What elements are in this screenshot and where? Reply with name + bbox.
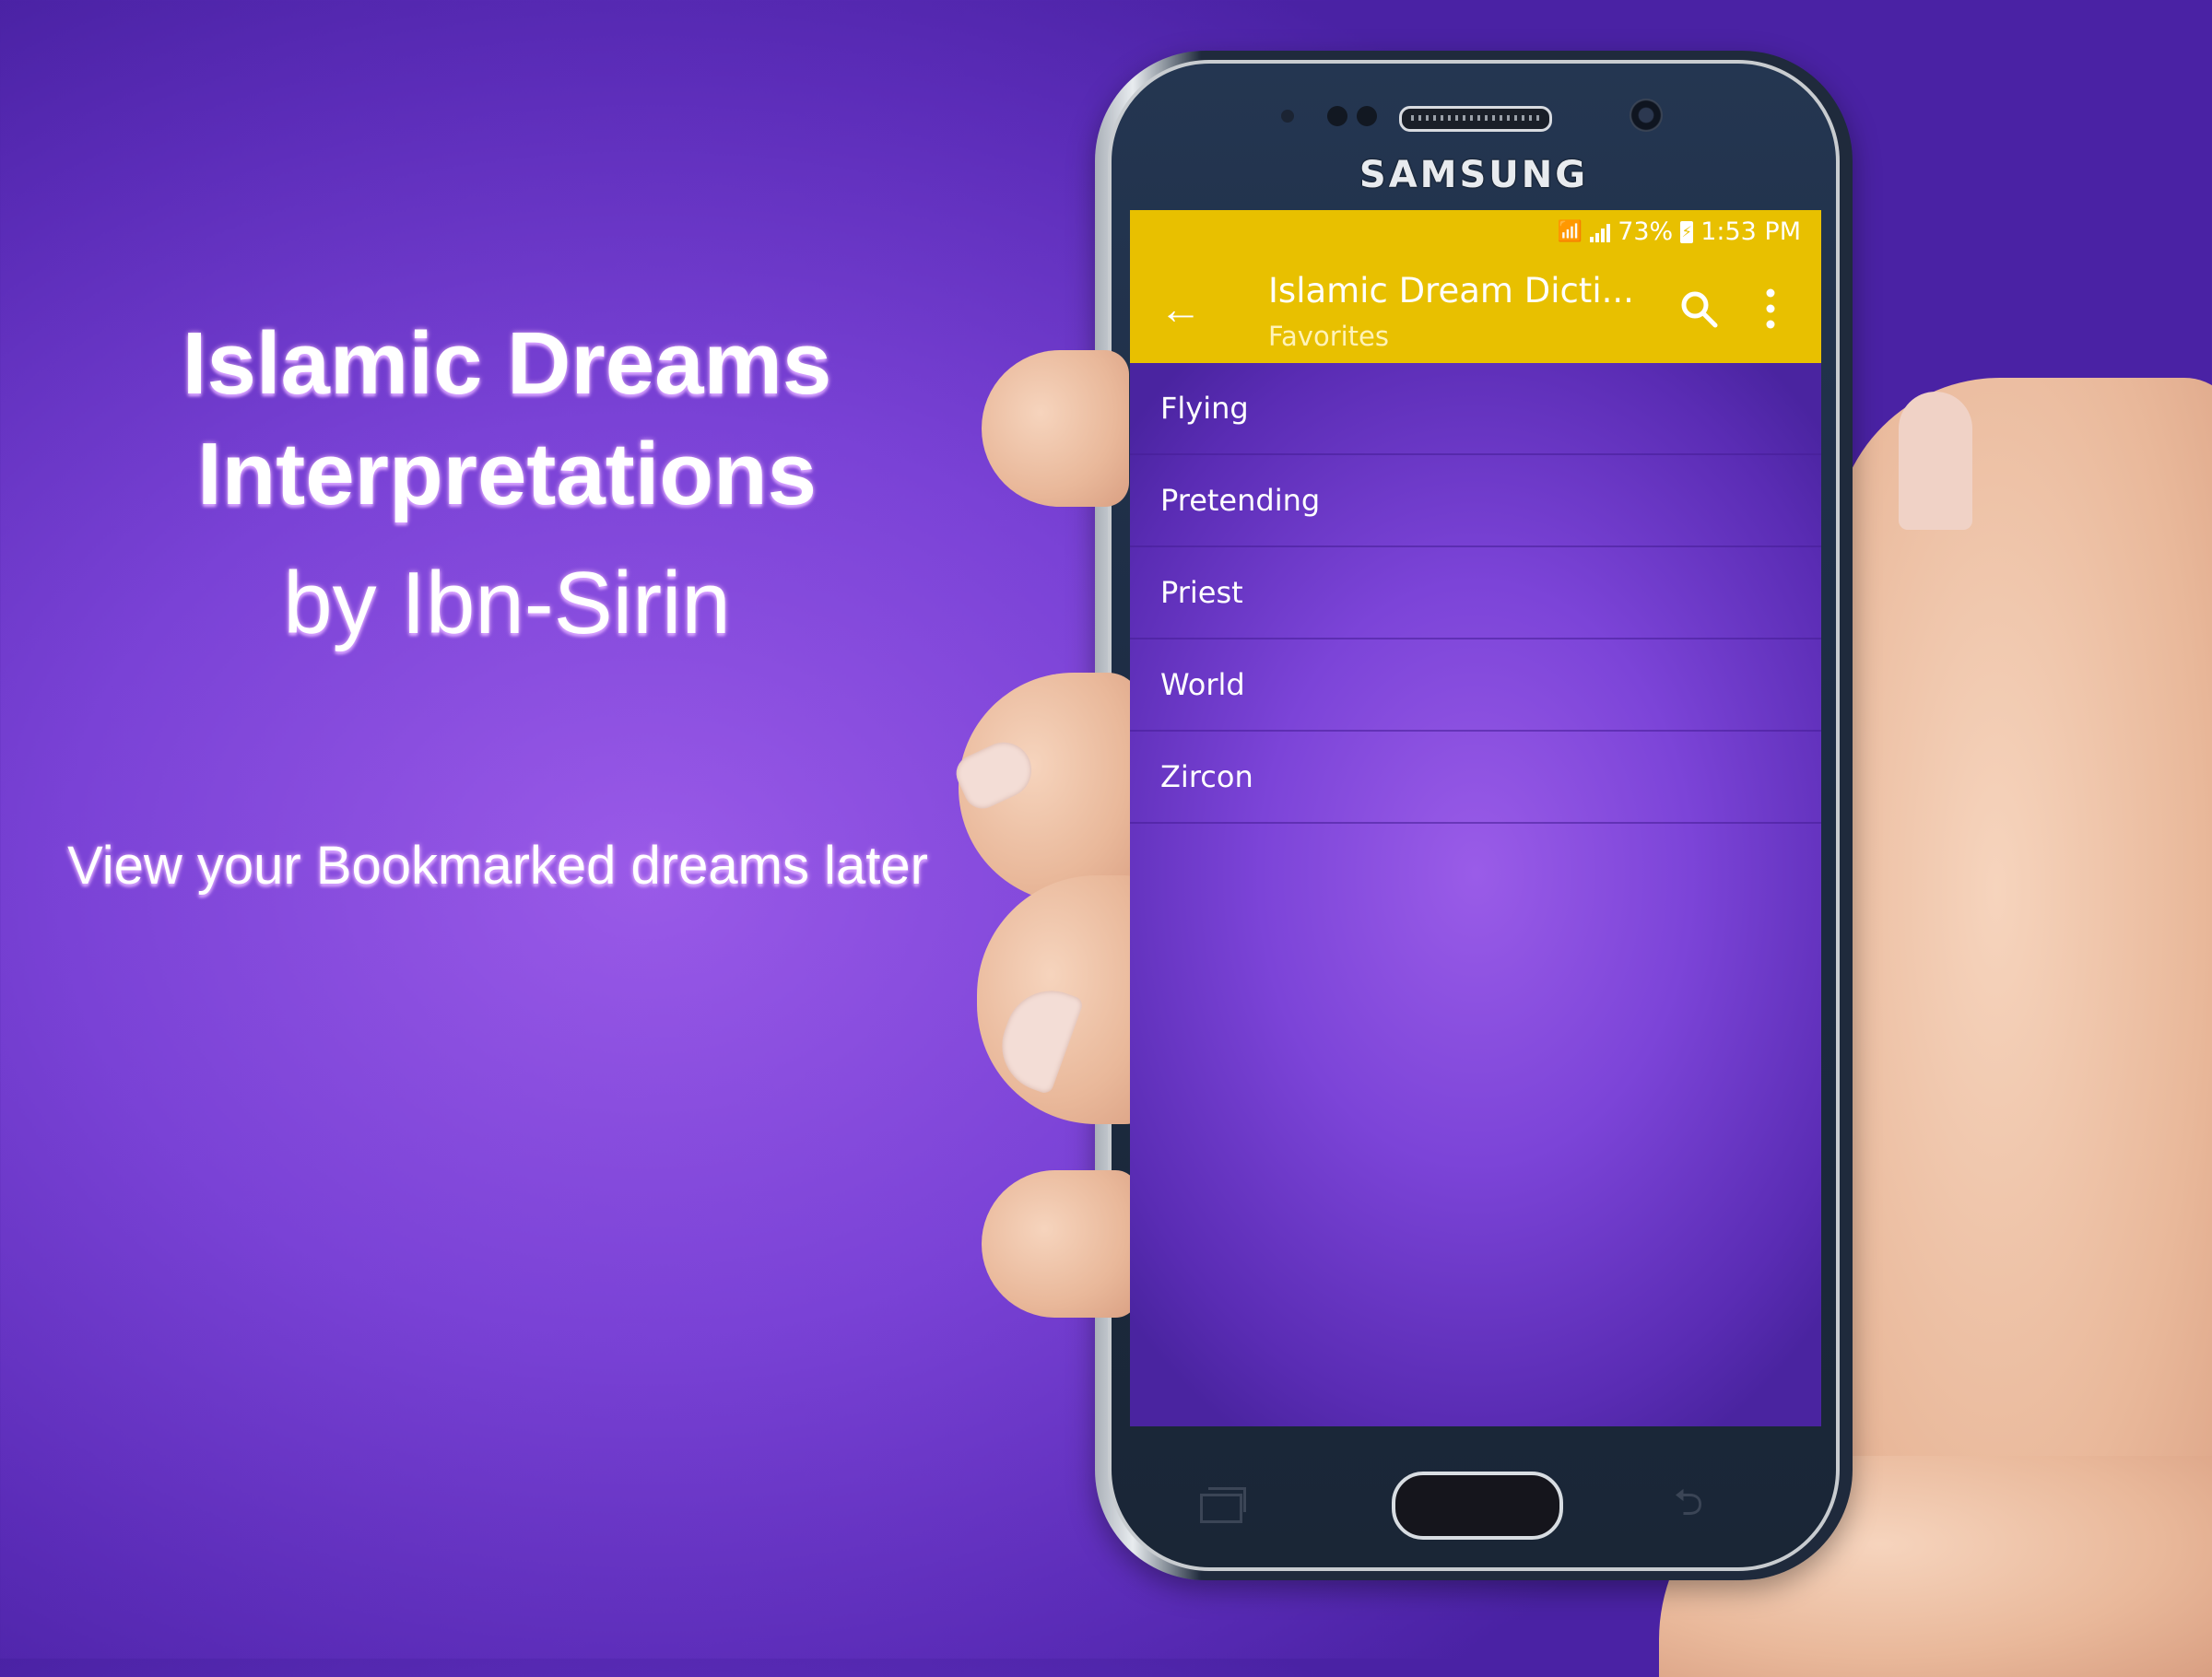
promo-title-line2: Interpretations bbox=[196, 425, 818, 523]
back-arrow-icon[interactable]: ← bbox=[1158, 286, 1204, 332]
promo-title-line1: Islamic Dreams bbox=[182, 314, 832, 413]
back-key-icon[interactable]: ⮌ bbox=[1674, 1484, 1718, 1521]
favorites-list: Flying Pretending Priest World Zircon bbox=[1130, 363, 1821, 1426]
hand-finger bbox=[982, 350, 1129, 507]
status-time: 1:53 PM bbox=[1700, 217, 1801, 246]
favorite-item[interactable]: Priest bbox=[1130, 547, 1821, 639]
promo-tagline: View your Bookmarked dreams later bbox=[67, 836, 928, 896]
search-icon[interactable] bbox=[1677, 287, 1720, 330]
app-subtitle: Favorites bbox=[1268, 321, 1389, 352]
sensor-dot bbox=[1327, 106, 1347, 126]
device-brand-logo: SAMSUNG bbox=[1359, 154, 1589, 196]
recents-key-icon[interactable] bbox=[1200, 1487, 1246, 1523]
status-bar: 📶 73% ⚡ 1:53 PM bbox=[1130, 210, 1821, 258]
sensor-dot bbox=[1357, 106, 1377, 126]
phone-screen: 📶 73% ⚡ 1:53 PM ← Islamic Dream Dicti...… bbox=[1130, 210, 1821, 1426]
more-options-icon[interactable] bbox=[1757, 284, 1784, 334]
battery-percent: 73% bbox=[1618, 217, 1674, 246]
hand-finger bbox=[982, 1170, 1138, 1318]
battery-charging-icon: ⚡ bbox=[1680, 220, 1694, 243]
promo-byline: by Ibn-Sirin bbox=[283, 554, 731, 652]
wifi-icon: 📶 bbox=[1557, 220, 1583, 243]
favorite-item[interactable]: World bbox=[1130, 639, 1821, 732]
favorite-item[interactable]: Zircon bbox=[1130, 732, 1821, 824]
thumb-nail bbox=[1899, 392, 1972, 530]
home-button[interactable] bbox=[1392, 1472, 1563, 1540]
app-title: Islamic Dream Dicti... bbox=[1268, 271, 1634, 311]
proximity-sensor bbox=[1281, 110, 1294, 123]
favorite-item[interactable]: Pretending bbox=[1130, 455, 1821, 547]
app-toolbar: ← Islamic Dream Dicti... Favorites bbox=[1130, 258, 1821, 363]
favorite-item[interactable]: Flying bbox=[1130, 363, 1821, 455]
front-camera bbox=[1630, 99, 1663, 132]
signal-icon bbox=[1590, 222, 1611, 242]
earpiece-speaker bbox=[1399, 106, 1552, 132]
